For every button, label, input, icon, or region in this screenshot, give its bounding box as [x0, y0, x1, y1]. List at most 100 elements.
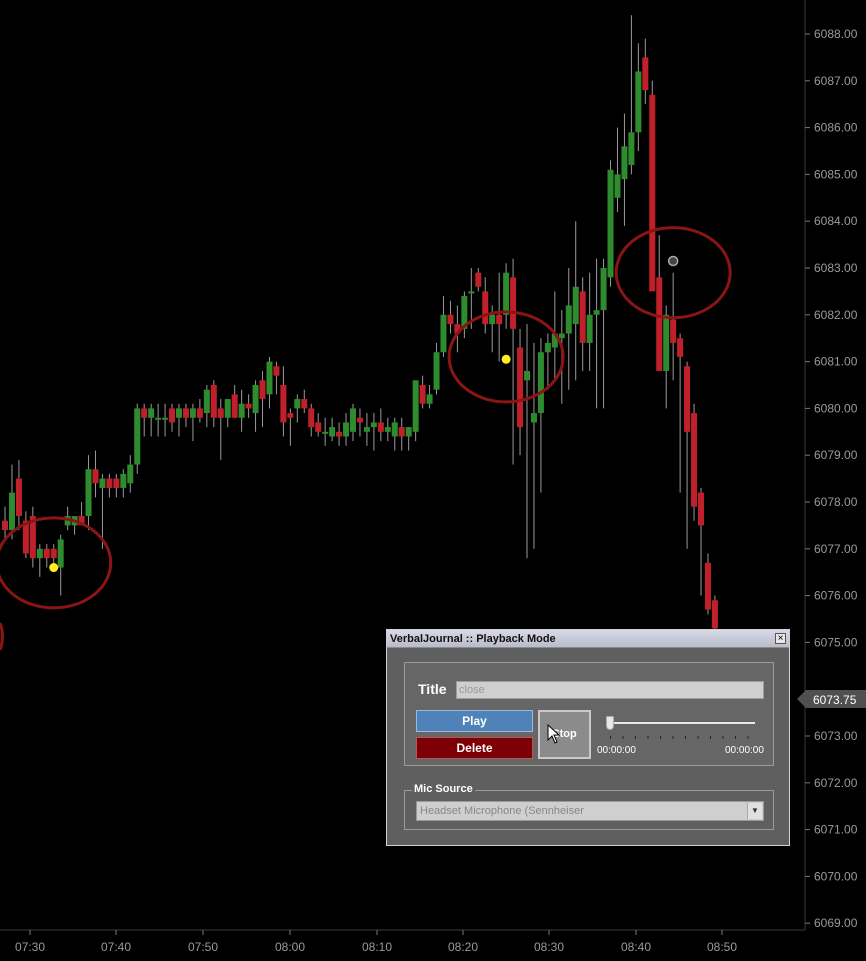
- y-axis-tick-label: 6083.00: [814, 261, 858, 275]
- candle: [231, 385, 238, 418]
- close-icon[interactable]: ×: [775, 633, 786, 644]
- candle: [461, 291, 468, 339]
- candle-body: [85, 469, 92, 517]
- candle: [670, 272, 677, 381]
- candle-body: [92, 469, 99, 484]
- candle-body: [635, 71, 642, 133]
- candle-body: [426, 394, 433, 404]
- slider-tick: [747, 736, 749, 739]
- x-axis-tick-label: 08:40: [621, 940, 651, 954]
- candle: [203, 385, 210, 428]
- candle: [259, 370, 266, 428]
- play-button[interactable]: Play: [416, 710, 533, 732]
- slider-tick: [710, 736, 711, 739]
- y-axis-tick-label: 6086.00: [814, 121, 858, 135]
- candle-body: [196, 408, 203, 418]
- candle-body: [621, 146, 628, 180]
- candle: [169, 403, 176, 432]
- candle: [496, 272, 503, 362]
- y-axis-tick-label: 6075.00: [814, 635, 858, 649]
- x-axis[interactable]: 07:30 07:40 07:50 08:00 08:10 08:20 08:30 08:40…: [15, 930, 737, 954]
- candle-body: [565, 305, 572, 334]
- candle-body: [99, 478, 106, 488]
- slider-tick: [635, 736, 636, 739]
- candle-body: [252, 385, 259, 414]
- candle: [684, 361, 691, 549]
- candle-body: [238, 403, 245, 418]
- candle-body: [544, 342, 551, 353]
- candle-body: [169, 408, 176, 423]
- candle-body: [134, 408, 141, 465]
- y-axis[interactable]: 6088.00 6087.00 6086.00 6085.00 6084.00 6083.…: [805, 27, 858, 930]
- delete-button[interactable]: Delete: [416, 737, 533, 759]
- x-axis-tick-label: 08:30: [534, 940, 564, 954]
- annotation-marker: [49, 563, 59, 573]
- candle-body: [677, 338, 684, 357]
- dialog-title: VerbalJournal :: Playback Mode: [390, 632, 556, 645]
- candle-body: [391, 422, 398, 437]
- candle: [336, 422, 343, 446]
- candle: [182, 403, 189, 428]
- candle-body: [176, 408, 182, 418]
- candle: [440, 296, 447, 357]
- candle: [405, 427, 412, 451]
- candle: [134, 403, 141, 474]
- candle-body: [503, 272, 510, 315]
- x-axis-tick-label: 07:30: [15, 940, 45, 954]
- y-axis-tick-label: 6081.00: [814, 355, 858, 369]
- candle-body: [15, 478, 22, 517]
- slider-tick: [610, 736, 611, 739]
- candle: [8, 464, 15, 540]
- candle-body: [36, 548, 43, 559]
- candle: [503, 263, 510, 329]
- slider-tick: [697, 736, 699, 739]
- candle-body: [558, 333, 565, 339]
- x-axis-tick-label: 08:00: [275, 940, 305, 954]
- candle-body: [148, 408, 155, 418]
- mic-source-select[interactable]: Headset Microphone (Sennheiser ▼: [416, 801, 764, 821]
- playback-slider-thumb[interactable]: [606, 716, 614, 730]
- candle-body: [224, 399, 231, 418]
- candle-body: [642, 57, 649, 91]
- mouse-pointer-icon: [547, 724, 561, 744]
- candle-body: [203, 389, 210, 414]
- candle: [273, 361, 280, 395]
- playback-slider-track[interactable]: [607, 722, 755, 724]
- candle-body: [308, 408, 315, 428]
- title-label: Title: [418, 681, 447, 697]
- annotation-layer: [0, 226, 732, 651]
- playback-dialog[interactable]: VerbalJournal :: Playback Mode × Title c…: [386, 629, 790, 846]
- candle: [600, 258, 607, 409]
- candle: [475, 268, 482, 292]
- y-axis-tick-label: 6073.00: [814, 729, 858, 743]
- candle: [252, 380, 259, 432]
- candle: [15, 459, 22, 531]
- candle: [2, 506, 8, 540]
- candle-body: [189, 408, 196, 418]
- candle: [517, 328, 524, 456]
- candle: [586, 272, 593, 371]
- candle: [419, 375, 426, 409]
- time-end: 00:00:00: [725, 745, 764, 756]
- candle: [92, 450, 99, 498]
- candle: [266, 356, 273, 409]
- stop-button[interactable]: Stop: [538, 710, 591, 759]
- candle: [579, 277, 586, 371]
- candle-body: [537, 352, 544, 414]
- candle: [565, 268, 572, 390]
- candle-body: [405, 427, 412, 437]
- title-input[interactable]: close: [456, 681, 764, 699]
- y-axis-tick-label: 6076.00: [814, 589, 858, 603]
- candle: [628, 15, 635, 175]
- candle-body: [482, 291, 489, 325]
- candle-body: [8, 492, 15, 531]
- dialog-titlebar[interactable]: VerbalJournal :: Playback Mode ×: [387, 630, 789, 648]
- candle-body: [266, 361, 273, 395]
- candle: [245, 394, 252, 418]
- time-start: 00:00:00: [597, 745, 636, 756]
- y-axis-tick-label: 6071.00: [814, 823, 858, 837]
- chevron-down-icon[interactable]: ▼: [747, 803, 762, 819]
- candle: [412, 380, 419, 442]
- candle: [698, 487, 704, 596]
- candle-body: [607, 169, 614, 278]
